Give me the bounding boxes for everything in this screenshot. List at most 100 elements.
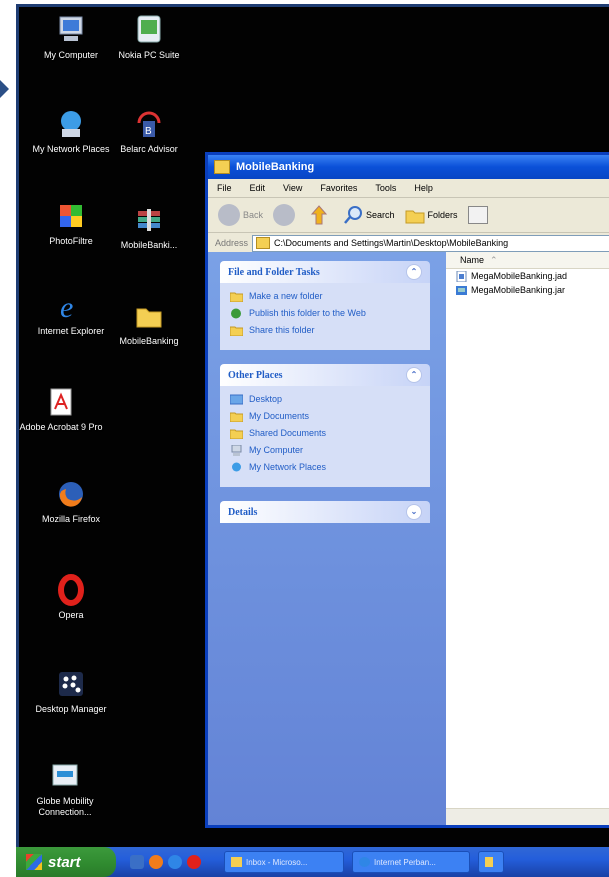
place-my-computer[interactable]: My Computer <box>230 445 422 456</box>
address-label: Address <box>214 238 248 248</box>
svg-text:e: e <box>60 291 73 323</box>
explorer-window[interactable]: MobileBanking File Edit View Favorites T… <box>205 152 609 828</box>
menu-bar: File Edit View Favorites Tools Help <box>208 179 609 198</box>
back-arrow-icon <box>218 204 240 226</box>
other-places-panel: Other Places ⌃ Desktop My Documents Shar… <box>220 364 430 487</box>
menu-edit[interactable]: Edit <box>241 183 275 193</box>
address-input[interactable]: C:\Documents and Settings\Martin\Desktop… <box>252 234 609 252</box>
desktop-icon-mozilla-firefox[interactable]: Mozilla Firefox <box>29 477 113 525</box>
menu-favorites[interactable]: Favorites <box>311 183 366 193</box>
internet-explorer-icon: e <box>60 291 73 323</box>
views-button[interactable] <box>467 206 488 224</box>
task-share-folder[interactable]: Share this folder <box>230 325 422 336</box>
internet-explorer-icon[interactable] <box>168 855 182 869</box>
column-header-name[interactable]: Name ⌃ <box>446 252 609 269</box>
task-label: Share this folder <box>249 325 315 335</box>
start-button[interactable]: start <box>16 847 116 877</box>
place-my-network-places[interactable]: My Network Places <box>230 462 422 473</box>
task-make-new-folder[interactable]: Make a new folder <box>230 291 422 302</box>
folder-icon <box>214 160 230 174</box>
file-row[interactable]: MegaMobileBanking.jad <box>446 269 609 283</box>
taskbar-button-folder[interactable] <box>478 851 504 873</box>
desktop-icon-belarc-advisor[interactable]: B Belarc Advisor <box>107 107 191 155</box>
desktop-icon-desktop-manager[interactable]: Desktop Manager <box>29 667 113 715</box>
chevron-up-icon[interactable]: ⌃ <box>406 264 422 280</box>
desktop-icon-label: My Computer <box>43 50 98 60</box>
desktop-icon-my-computer[interactable]: My Computer <box>29 13 113 61</box>
winrar-archive-icon <box>138 209 160 231</box>
forward-arrow-icon <box>273 204 296 226</box>
taskbar-button-label: Internet Perban... <box>374 857 436 867</box>
quick-launch <box>130 855 206 869</box>
other-places-body: Desktop My Documents Shared Documents My… <box>220 386 430 487</box>
menu-view[interactable]: View <box>274 183 311 193</box>
menu-file[interactable]: File <box>208 183 241 193</box>
svg-text:B: B <box>145 126 152 137</box>
taskbar-button-inbox[interactable]: Inbox - Microso... <box>224 851 344 873</box>
desktop-icon-label: Mozilla Firefox <box>41 514 100 524</box>
desktop-icon-label: My Network Places <box>32 144 110 154</box>
chevron-down-icon[interactable]: ⌄ <box>406 504 422 520</box>
desktop-icon-adobe-acrobat[interactable]: Adobe Acrobat 9 Pro <box>19 385 103 433</box>
desktop-icon <box>230 394 243 405</box>
sort-ascending-icon: ⌃ <box>490 254 498 265</box>
panel-title: File and Folder Tasks <box>228 266 320 278</box>
task-label: Make a new folder <box>249 291 323 301</box>
chevron-up-icon[interactable]: ⌃ <box>406 367 422 383</box>
folder-icon <box>256 237 270 249</box>
desktop: My Computer Nokia PC Suite My Network Pl… <box>16 4 609 877</box>
address-value: C:\Documents and Settings\Martin\Desktop… <box>274 238 509 248</box>
menu-tools[interactable]: Tools <box>366 183 405 193</box>
desktop-icon-nokia-pc-suite[interactable]: Nokia PC Suite <box>107 13 191 61</box>
desktop-icon-label: PhotoFiltre <box>49 236 93 246</box>
file-list-pane[interactable]: Name ⌃ MegaMobileBanking.jad MegaMobileB… <box>446 252 609 825</box>
place-desktop[interactable]: Desktop <box>230 394 422 405</box>
desktop-icon-label: Opera <box>58 610 84 620</box>
window-titlebar[interactable]: MobileBanking <box>208 155 609 179</box>
details-header[interactable]: Details ⌄ <box>220 501 430 523</box>
forward-button[interactable] <box>273 204 298 226</box>
taskbar-button-internet[interactable]: Internet Perban... <box>352 851 470 873</box>
desktop-icon-my-network-places[interactable]: My Network Places <box>29 107 113 155</box>
file-row[interactable]: MegaMobileBanking.jar <box>446 283 609 297</box>
task-publish-folder[interactable]: Publish this folder to the Web <box>230 308 422 319</box>
desktop-icon-globe-mobility[interactable]: Globe Mobility Connection... <box>23 759 107 818</box>
network-places-icon <box>232 462 241 472</box>
desktop-icon-label: Internet Explorer <box>37 326 105 336</box>
desktop-icon-photofiltre[interactable]: PhotoFiltre <box>29 199 113 247</box>
place-label: My Network Places <box>249 462 327 472</box>
start-label: start <box>48 853 81 871</box>
other-places-header[interactable]: Other Places ⌃ <box>220 364 430 386</box>
window-body: File and Folder Tasks ⌃ Make a new folde… <box>208 252 609 825</box>
firefox-icon[interactable] <box>149 855 163 869</box>
details-panel: Details ⌄ <box>220 501 430 523</box>
menu-help[interactable]: Help <box>405 183 442 193</box>
shared-documents-icon <box>230 429 243 439</box>
desktop-icon-internet-explorer[interactable]: e Internet Explorer <box>29 289 113 337</box>
folders-button[interactable]: Folders <box>405 206 458 224</box>
horizontal-scrollbar[interactable] <box>446 808 609 825</box>
folder-icon <box>485 857 493 867</box>
file-folder-tasks-header[interactable]: File and Folder Tasks ⌃ <box>220 261 430 283</box>
task-pane: File and Folder Tasks ⌃ Make a new folde… <box>208 252 446 825</box>
show-desktop-icon[interactable] <box>130 855 144 869</box>
desktop-icon-label: MobileBanki... <box>120 240 178 250</box>
opera-icon[interactable] <box>187 855 201 869</box>
computer-icon <box>59 16 83 41</box>
back-button[interactable]: Back <box>218 204 263 226</box>
file-name: MegaMobileBanking.jad <box>471 271 568 281</box>
desktop-icon-opera[interactable]: Opera <box>29 573 113 621</box>
nokia-pc-suite-icon <box>137 15 161 43</box>
desktop-icon-mobilebanking-folder[interactable]: MobileBanking <box>107 299 191 347</box>
up-folder-button[interactable] <box>308 204 333 226</box>
folders-label: Folders <box>427 210 458 220</box>
desktop-icon-label: Desktop Manager <box>35 704 107 714</box>
my-documents-icon <box>230 412 243 422</box>
desktop-icon-label: Nokia PC Suite <box>118 50 180 60</box>
place-shared-documents[interactable]: Shared Documents <box>230 428 422 439</box>
address-bar: Address C:\Documents and Settings\Martin… <box>208 233 609 254</box>
search-button[interactable]: Search <box>343 205 395 225</box>
desktop-icon-mobilebanking-archive[interactable]: MobileBanki... <box>107 203 191 251</box>
place-my-documents[interactable]: My Documents <box>230 411 422 422</box>
back-label: Back <box>243 210 264 220</box>
